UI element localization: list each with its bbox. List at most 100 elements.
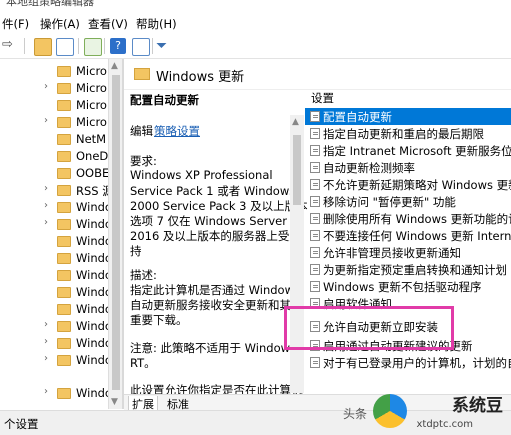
policy-icon — [310, 128, 320, 139]
scroll-down-icon[interactable]: ▼ — [111, 397, 118, 407]
policy-icon — [310, 247, 320, 258]
setting-row[interactable]: 删除使用所有 Windows 更新功能的访问权 — [305, 210, 511, 227]
menu-file[interactable]: 件(F) — [2, 16, 29, 32]
tree-item[interactable]: Windc — [0, 267, 122, 284]
tree-item[interactable]: Windc — [0, 284, 122, 301]
tree-item[interactable]: Windc — [0, 301, 122, 318]
policy-icon — [310, 145, 320, 156]
requirements-line: 2000 Service Pack 3 及以上版本 — [130, 199, 308, 213]
menu-action[interactable]: 操作(A) — [40, 16, 80, 32]
description-label: 描述: — [130, 268, 157, 282]
export-icon[interactable] — [84, 38, 102, 56]
expand-arrow-icon[interactable]: › — [44, 217, 48, 228]
tree-item[interactable]: OneDi — [0, 148, 122, 165]
show-hide-tree-icon[interactable] — [56, 38, 74, 56]
edit-prefix: 编辑 — [130, 124, 153, 138]
description-line: 指定此计算机是否通过 Windows — [130, 283, 300, 297]
folder-up-icon[interactable] — [34, 38, 52, 56]
tree-item[interactable]: › Micro — [0, 80, 122, 97]
menu-view[interactable]: 查看(V) — [88, 16, 128, 32]
folder-icon — [57, 321, 71, 332]
expand-arrow-icon[interactable]: › — [44, 386, 48, 397]
folder-icon — [57, 83, 71, 94]
tree-item[interactable]: › Windc — [0, 352, 122, 369]
filter-icon[interactable]: ⏷ — [156, 38, 172, 54]
setting-row[interactable]: 自动更新检测频率 — [305, 159, 511, 176]
toolbar-separator — [104, 38, 105, 54]
window-title: 本地组策略编辑器 — [6, 0, 94, 8]
expand-arrow-icon[interactable]: › — [44, 319, 48, 330]
expand-arrow-icon[interactable]: › — [44, 336, 48, 347]
expand-arrow-icon[interactable]: › — [44, 353, 48, 364]
description-scrollbar[interactable]: ▲ — [290, 115, 304, 393]
help-icon[interactable]: ? — [110, 38, 126, 54]
tree-item[interactable]: › Windc — [0, 385, 122, 402]
policy-icon — [310, 281, 320, 292]
toolbar-separator — [78, 38, 79, 54]
note-line: 注意: 此策略不适用于 Windows — [130, 341, 297, 355]
toolbar-separator — [24, 38, 25, 54]
requirements-line: Service Pack 1 或者 Windows — [130, 184, 296, 198]
scroll-up-icon[interactable]: ▲ — [292, 117, 299, 127]
tree-item[interactable]: Micro — [0, 63, 122, 80]
tree-item[interactable]: › RSS 源 — [0, 182, 122, 199]
expand-arrow-icon[interactable]: › — [44, 115, 48, 126]
menu-help[interactable]: 帮助(H) — [136, 16, 177, 32]
folder-icon — [134, 68, 150, 80]
title-bar: 本地组策略编辑器 — [0, 0, 511, 12]
setting-row[interactable]: 指定 Intranet Microsoft 更新服务位置 — [305, 142, 511, 159]
tree-item[interactable]: › Windc — [0, 216, 122, 233]
expand-arrow-icon[interactable]: › — [44, 81, 48, 92]
tree-item[interactable]: › Windc — [0, 199, 122, 216]
properties-icon[interactable] — [132, 38, 150, 56]
folder-icon — [57, 270, 71, 281]
edit-policy-link[interactable]: 策略设置 — [154, 123, 200, 139]
scroll-thumb[interactable] — [112, 75, 120, 390]
settings-column-header[interactable]: 设置 — [305, 86, 511, 109]
policy-icon — [310, 264, 320, 275]
tree-scrollbar[interactable]: ▲ ▼ — [108, 59, 123, 409]
folder-icon — [57, 304, 71, 315]
tree-item[interactable]: NetM — [0, 131, 122, 148]
setting-row-selected[interactable]: 配置自动更新 — [305, 108, 511, 125]
setting-row[interactable]: 不要连接任何 Windows 更新 Internet 位 — [305, 227, 511, 244]
setting-row[interactable]: 为更新指定预定重启转换和通知计划 — [305, 261, 511, 278]
annotation-highlight-box — [284, 306, 454, 350]
tree-item[interactable]: Micro — [0, 97, 122, 114]
tree-item[interactable]: Windc — [0, 233, 122, 250]
requirements-line: 持 — [130, 244, 142, 258]
folder-icon — [57, 100, 71, 111]
folder-icon — [57, 236, 71, 247]
tree-item[interactable]: › Micro — [0, 114, 122, 131]
policy-icon — [310, 357, 320, 368]
setting-row[interactable]: 对于有已登录用户的计算机，计划的自动更 — [305, 354, 511, 371]
folder-icon — [57, 117, 71, 128]
tree-item[interactable]: Windc — [0, 250, 122, 267]
expand-arrow-icon[interactable]: › — [44, 200, 48, 211]
folder-icon — [57, 66, 71, 77]
watermark-brand: 系统豆 — [452, 396, 503, 416]
setting-row[interactable]: 允许非管理员接收更新通知 — [305, 244, 511, 261]
setting-row[interactable]: 移除访问 "暂停更新" 功能 — [305, 193, 511, 210]
status-text: 个设置 — [4, 417, 39, 431]
watermark-prefix: 头条 — [342, 407, 367, 421]
tree-item[interactable]: › Windc — [0, 318, 122, 335]
tree-item[interactable]: › Windc — [0, 335, 122, 352]
toolbar: ⇨ ? ⏷ — [0, 34, 511, 59]
setting-row[interactable]: Windows 更新不包括驱动程序 — [305, 278, 511, 295]
scroll-thumb[interactable] — [293, 135, 301, 205]
folder-icon — [57, 338, 71, 349]
policy-icon — [310, 111, 320, 122]
setting-row[interactable]: 指定自动更新和重启的最后期限 — [305, 125, 511, 142]
scroll-up-icon[interactable]: ▲ — [111, 61, 118, 71]
toolbar-separator — [152, 38, 153, 54]
folder-icon — [57, 253, 71, 264]
expand-arrow-icon[interactable]: › — [44, 183, 48, 194]
note-line: RT。 — [130, 356, 156, 370]
forward-arrow-icon[interactable]: ⇨ — [2, 37, 18, 53]
watermark: 头条 系统豆 xtdptc.com — [307, 392, 507, 432]
tree-item[interactable]: OOBE — [0, 165, 122, 182]
setting-row[interactable]: 不允许更新延期策略对 Windows 更新执行 — [305, 176, 511, 193]
policy-icon — [310, 179, 320, 190]
folder-icon — [57, 355, 71, 366]
